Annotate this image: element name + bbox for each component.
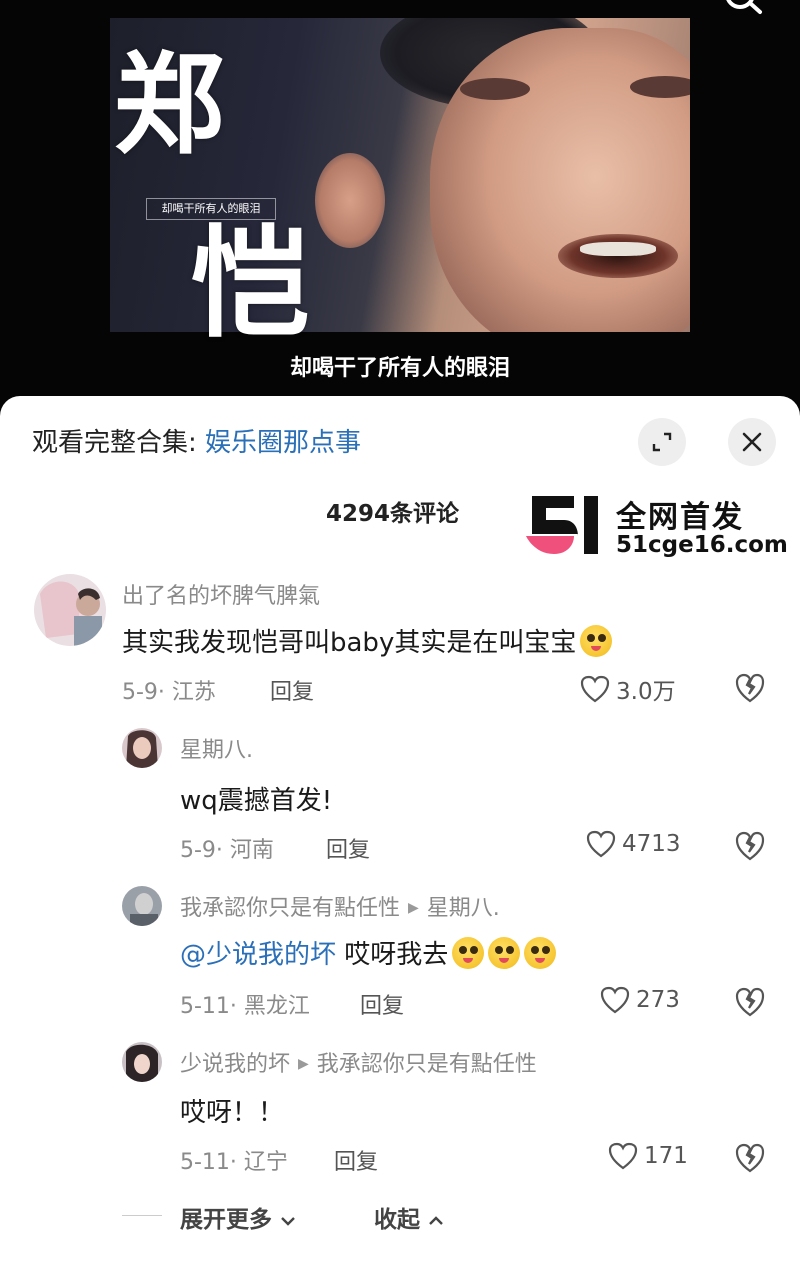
like-button[interactable]: 4713 <box>586 830 681 858</box>
comment-username[interactable]: 少说我的坏 ▶ 我承認你只是有點任性 <box>180 1046 537 1078</box>
divider <box>122 1215 162 1216</box>
dizzy-face-emoji-icon <box>452 937 485 969</box>
close-button[interactable] <box>728 418 776 466</box>
mention-link[interactable]: @少说我的坏 <box>180 940 336 970</box>
close-icon <box>742 432 762 452</box>
video-title-char: 郑 <box>114 40 224 169</box>
dizzy-face-emoji-icon <box>524 937 557 969</box>
dizzy-face-emoji-icon <box>488 937 521 969</box>
broken-heart-icon[interactable] <box>734 830 766 862</box>
replies-controls: 展开更多 收起 <box>0 1196 800 1236</box>
broken-heart-icon[interactable] <box>734 672 766 704</box>
comment-text: @少说我的坏 哎呀我去 <box>180 934 557 971</box>
comment-meta: 5-11· 黑龙江 <box>180 994 310 1019</box>
reply-to-user[interactable]: 星期八. <box>427 896 500 921</box>
like-button[interactable]: 171 <box>608 1142 688 1170</box>
expand-button[interactable] <box>638 418 686 466</box>
comment-meta: 5-11· 辽宁 <box>180 1150 288 1175</box>
expand-icon <box>652 432 672 452</box>
reply-to-user[interactable]: 我承認你只是有點任性 <box>317 1052 537 1077</box>
avatar[interactable] <box>122 728 162 768</box>
watermark: 全网首发 51cge16.com <box>524 492 794 562</box>
search-icon[interactable] <box>718 0 766 26</box>
collapse-button[interactable]: 收起 <box>374 1200 444 1234</box>
comment-meta: 5-9· 江苏 <box>122 680 216 705</box>
like-count: 3.0万 <box>616 679 676 705</box>
video-caption: 却喝干了所有人的眼泪 <box>289 355 510 381</box>
comment-username[interactable]: 出了名的坏脾气脾氣 <box>122 578 320 610</box>
like-button[interactable]: 3.0万 <box>580 672 676 706</box>
comments-sheet: 观看完整合集: 娱乐圈那点事 4294条评论 全网首发 51cge16.com <box>0 396 800 1262</box>
avatar[interactable] <box>122 886 162 926</box>
collection-label: 观看完整合集: <box>32 428 206 458</box>
dizzy-face-emoji-icon <box>580 625 613 657</box>
watermark-logo <box>526 496 598 554</box>
like-count: 273 <box>636 987 680 1013</box>
comment-count: 4294条评论 <box>326 501 460 527</box>
watermark-title: 全网首发 <box>616 500 744 535</box>
heart-icon <box>580 675 610 703</box>
broken-heart-icon[interactable] <box>734 1142 766 1174</box>
reply-arrow-icon: ▶ <box>298 1056 309 1072</box>
comment-text: 其实我发现恺哥叫baby其实是在叫宝宝 <box>122 622 613 659</box>
comment-text: 哎呀！！ <box>180 1098 285 1128</box>
collection-link-row[interactable]: 观看完整合集: 娱乐圈那点事 <box>32 422 361 459</box>
heart-icon <box>600 986 630 1014</box>
watermark-url: 51cge16.com <box>616 532 788 558</box>
heart-icon <box>608 1142 638 1170</box>
collection-link[interactable]: 娱乐圈那点事 <box>205 428 361 458</box>
like-count: 4713 <box>622 831 681 857</box>
like-button[interactable]: 273 <box>600 986 680 1014</box>
like-count: 171 <box>644 1143 688 1169</box>
comment-text: wq震撼首发! <box>180 786 333 816</box>
comment-username[interactable]: 星期八. <box>180 732 253 764</box>
reply-arrow-icon: ▶ <box>408 900 419 916</box>
broken-heart-icon[interactable] <box>734 986 766 1018</box>
video-player[interactable]: 却喝干所有人的眼泪 郑 恺 却喝干了所有人的眼泪 <box>0 0 800 420</box>
reply-button[interactable]: 回复 <box>334 1144 378 1176</box>
chevron-down-icon <box>281 1217 295 1226</box>
expand-more-button[interactable]: 展开更多 <box>180 1200 296 1234</box>
video-title-char: 恺 <box>190 213 310 354</box>
heart-icon <box>586 830 616 858</box>
chevron-up-icon <box>429 1216 443 1225</box>
reply-button[interactable]: 回复 <box>270 674 314 706</box>
avatar[interactable] <box>34 574 106 646</box>
reply-button[interactable]: 回复 <box>326 832 370 864</box>
comment-meta: 5-9· 河南 <box>180 838 274 863</box>
reply-button[interactable]: 回复 <box>360 988 404 1020</box>
avatar[interactable] <box>122 1042 162 1082</box>
comment-username[interactable]: 我承認你只是有點任性 ▶ 星期八. <box>180 890 500 922</box>
